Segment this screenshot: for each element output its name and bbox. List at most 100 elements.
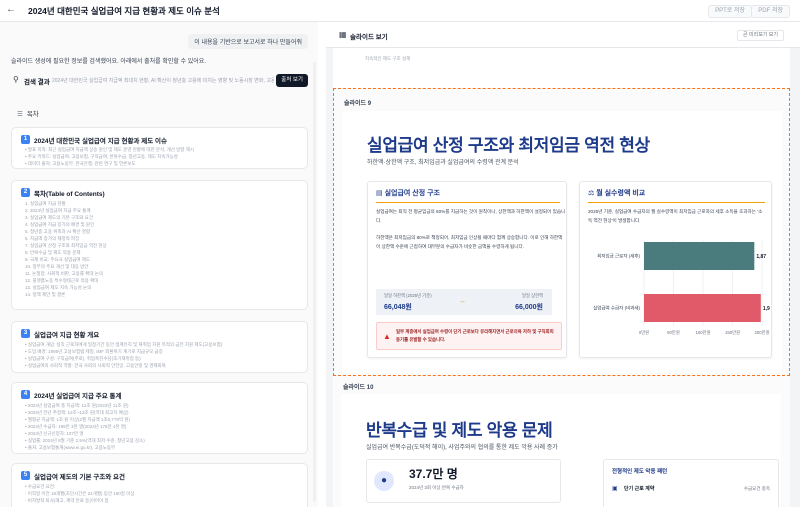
document-title: 2024년 대한민국 실업급여 지급 현황과 제도 이슈 분석 — [28, 6, 220, 16]
x-tick-label: 0만원 — [639, 329, 649, 335]
bullet-text: 14. 정책 제안 및 결론 — [25, 292, 66, 297]
panel-heading: ⚖ 월 실수령액 비교 — [588, 188, 645, 198]
document-icon: ▤ — [376, 190, 383, 197]
panel-paragraph: 2025년 기준, 실업급여 수급자의 월 실수령액이 최저임금 근로자의 세후… — [588, 209, 763, 223]
exchange-arrow-icon: ↔ — [459, 298, 466, 305]
bullet-text: 1. 실업급여 지급 현황 — [25, 201, 66, 206]
search-icon: ⚲ — [13, 75, 19, 84]
category-label: 실업급여 수급자 (비과세) — [593, 305, 640, 312]
slide-10[interactable]: 슬라이드 10 반복수급 및 제도 악용 문제 실업급여 반복수급(도덕적 해이… — [333, 376, 790, 507]
briefcase-icon: ▣ — [612, 486, 618, 492]
left-scrollbar[interactable] — [313, 62, 316, 502]
bullet-text: • 실업급여의 사회적 역할: 한국 사회의 사회적 안전망, 고용안정 및 경… — [25, 363, 166, 368]
search-result-label: 검색 결과 — [24, 79, 50, 86]
slide-viewer-title: 슬라이드 보기 — [350, 34, 388, 41]
bullet-text: • 실업률: 2024년 8월 기준 2.5%(역대 최저 수준, 청년고용 감… — [25, 438, 145, 443]
arrow-left-icon[interactable]: ← — [6, 4, 16, 15]
panel-heading: ▤ 실업급여 산정 구조 — [376, 188, 440, 198]
slide-canvas: 반복수급 및 제도 악용 문제 실업급여 반복수급(도덕적 해이), 사업주와의… — [341, 394, 781, 507]
bullet-text: • 2024년 수급자: 189만 3천 명(2023년 178만 4천 명) — [25, 424, 127, 429]
bullet-text: • 데이터 출처: 고용노동부, 한국은행, 관련 연구 및 언론보도 — [25, 161, 136, 166]
repeat-recipients-stat: ● 37.7만 명 2024년 3회 이상 반복 수급자 — [366, 459, 561, 503]
bullet-text: 4. 실업급여 지급 증가의 배경 및 원인 — [25, 222, 95, 227]
bullet-text: 11. 논쟁점: 사회적 비판, 고용률 확대 논의 — [25, 271, 104, 276]
bullet-text: - 이직일 이전 18개월(초단시간은 24개월) 동안 180일 이상 — [25, 491, 135, 496]
min-value: 66,048원 — [384, 304, 412, 311]
bullet-text: • 실업급여 구성: 구직급여(주로), 취업촉진수당(조기재취업 등) — [25, 356, 141, 361]
section-title: 2024년 대한민국 실업급여 지급 현황과 제도 이슈 — [34, 138, 167, 145]
min-label: 일일 하한액 (2025년 기준) — [384, 293, 432, 298]
calc-structure-panel: ▤ 실업급여 산정 구조 실업급여는 퇴직 전 평균임금의 60%를 지급하는 … — [367, 181, 567, 358]
large-preview-button[interactable]: 큰 미리보기 보기 — [737, 30, 784, 41]
bullet-text: 5. 청년층 고용 위축과 AI 확산 영향 — [25, 229, 91, 234]
x-tick-label: 150만원 — [725, 329, 740, 335]
comparison-bar-chart: 0만원 50만원 100만원 150만원 200만원 최저임금 근로자 (세후) 1,87 실… — [593, 240, 770, 335]
stat-label: 2024년 3회 이상 반복 수급자 — [409, 485, 464, 490]
bullet-text: 12. 플랫폼노동 특수형태근로 적용 확대 — [25, 278, 99, 283]
bullet-text: 9. 국제 비교: 주요국 실업급여 제도 — [25, 257, 91, 262]
slide-text: 지속적인 제도 구조 설계 — [365, 56, 411, 61]
toc-card-4[interactable]: 4 2024년 실업급여 지급 주요 통계 • 2024년 실업급여 총 지급액… — [11, 382, 308, 454]
toc-card-5[interactable]: 5 실업급여 제도의 기본 구조와 요건 • 수급요건 요건: - 이직일 이전… — [11, 463, 308, 507]
bullet-text: • 월평균 지급액: 1조 원 이상(2월 지급액 1조0,770억 원) — [25, 417, 130, 422]
slide-canvas: 실업급여 산정 구조와 최저임금 역전 현상 하한액·상한액 구조, 최저임금과… — [342, 111, 782, 373]
slides-icon: ▦ — [339, 30, 347, 39]
bullet-text: • 수급요건 요건: — [25, 484, 56, 489]
toc-card-2[interactable]: 2 목차(Table of Contents) 1. 실업급여 지급 현황 2.… — [11, 180, 308, 310]
section-title: 실업급여 지급 현황 개요 — [34, 332, 100, 339]
bullet-text: 7. 실업급여 산정 구조와 최저임금 역전 현상 — [25, 243, 107, 248]
x-tick-label: 50만원 — [667, 329, 680, 335]
pattern-item-note: 수급요건 충족 — [743, 486, 770, 491]
toc-card-1[interactable]: 1 2024년 대한민국 실업급여 지급 현황과 제도 이슈 • 발표 목적: … — [11, 127, 308, 169]
previous-slide-tail: 지속적인 제도 구조 설계 — [333, 48, 790, 88]
list-icon: ☰ — [17, 111, 23, 118]
slide-subtitle: 실업급여 반복수급(도덕적 해이), 사업주와의 협의를 통한 제도 악용 사례… — [366, 445, 558, 451]
bar — [644, 242, 755, 270]
section-number: 1 — [21, 135, 30, 144]
toc-label: 목차 — [26, 111, 39, 118]
bullet-text: 3. 실업급여 제도의 기본 구조와 요건 — [25, 215, 93, 220]
bullet-text: • 2025년 전년 추정액: 12조~13조 원(역대 최고치 예상) — [25, 410, 129, 415]
heading-underline — [376, 202, 560, 204]
search-summary: 2024년 대한민국 실업급여 지급액 최대치 현황, AI 확산이 청년층 고… — [52, 78, 274, 84]
panel-heading: 전형적인 제도 악용 패턴 — [612, 469, 668, 475]
heading-underline — [588, 202, 765, 204]
panel-heading-text: 월 실수령액 비교 — [596, 190, 646, 197]
section-number: 5 — [21, 471, 30, 480]
slide-label: 슬라이드 9 — [344, 101, 372, 107]
assistant-message: 슬라이드 생성에 필요한 정보를 검색했어요. 아래에서 출처를 확인할 수 있… — [11, 59, 206, 65]
users-icon: ● — [374, 471, 394, 491]
section-number: 4 — [21, 390, 30, 399]
view-sources-button[interactable]: 출처 보기 — [276, 74, 308, 87]
section-number: 2 — [21, 188, 30, 197]
category-label: 최저임금 근로자 (세후) — [597, 253, 640, 260]
stat-value: 37.7만 명 — [409, 467, 458, 481]
panel-paragraph: 실업급여는 퇴직 전 평균임금의 60%를 지급하는 것이 원칙이나, 상한액과… — [376, 209, 566, 223]
top-bar: ← 2024년 대한민국 실업급여 지급 현황과 제도 이슈 분석 PPT로 저… — [0, 0, 800, 22]
section-title: 2024년 실업급여 지급 주요 통계 — [34, 393, 122, 400]
bullet-text: • 실업급여 개념: 실직 근로자에게 일정기간 동안 생계유지 및 재취업 지… — [25, 342, 223, 347]
warning-icon: ▲ — [383, 332, 391, 341]
bullet-text: • 출처: 고용보험통계(www.ei.go.kr), 고용노동부 — [25, 445, 116, 450]
save-ppt-button[interactable]: PPT로 저장 — [708, 5, 752, 18]
section-title: 목차(Table of Contents) — [34, 191, 105, 198]
slide-9[interactable]: 슬라이드 9 실업급여 산정 구조와 최저임금 역전 현상 하한액·상한액 구조… — [333, 88, 790, 376]
bullet-text: 13. 실업급여 제도 지속 가능성 논의 — [25, 285, 92, 290]
save-pdf-button[interactable]: PDF 저장 — [751, 5, 790, 18]
scale-icon: ⚖ — [588, 190, 595, 197]
panel-heading-text: 실업급여 산정 구조 — [384, 190, 440, 197]
x-tick-label: 100만원 — [695, 329, 710, 335]
max-value: 66,000원 — [515, 304, 543, 311]
warning-box: ▲ 일부 계층에서 실업급여 수령이 단기 근로보다 유리해지면서 근로의욕 저… — [376, 322, 562, 350]
max-label: 일일 상한액 — [522, 293, 543, 298]
slide-subtitle: 하한액·상한액 구조, 최저임금과 실업급여의 수령액 관계 분석 — [367, 160, 519, 166]
bullet-text: - 비자발적 퇴사(해고, 계약 만료 등)이어야 함 — [25, 498, 109, 503]
warning-text: 일부 계층에서 실업급여 수령이 단기 근로보다 유리해지면서 근로의욕 저하 … — [396, 329, 554, 342]
toc-card-3[interactable]: 3 실업급여 지급 현황 개요 • 실업급여 개념: 실직 근로자에게 일정기간… — [11, 321, 308, 373]
section-number: 3 — [21, 329, 30, 338]
bullet-text: 2. 2024년 실업급여 지급 주요 통계 — [25, 208, 91, 213]
slide-label: 슬라이드 10 — [343, 385, 374, 391]
section-title: 실업급여 제도의 기본 구조와 요건 — [34, 474, 125, 481]
value-label: 1,9 — [763, 306, 770, 312]
bullet-text: • 주요 키워드: 실업급여, 고용보험, 구직급여, 반복수급, 청년고용, … — [25, 154, 178, 159]
